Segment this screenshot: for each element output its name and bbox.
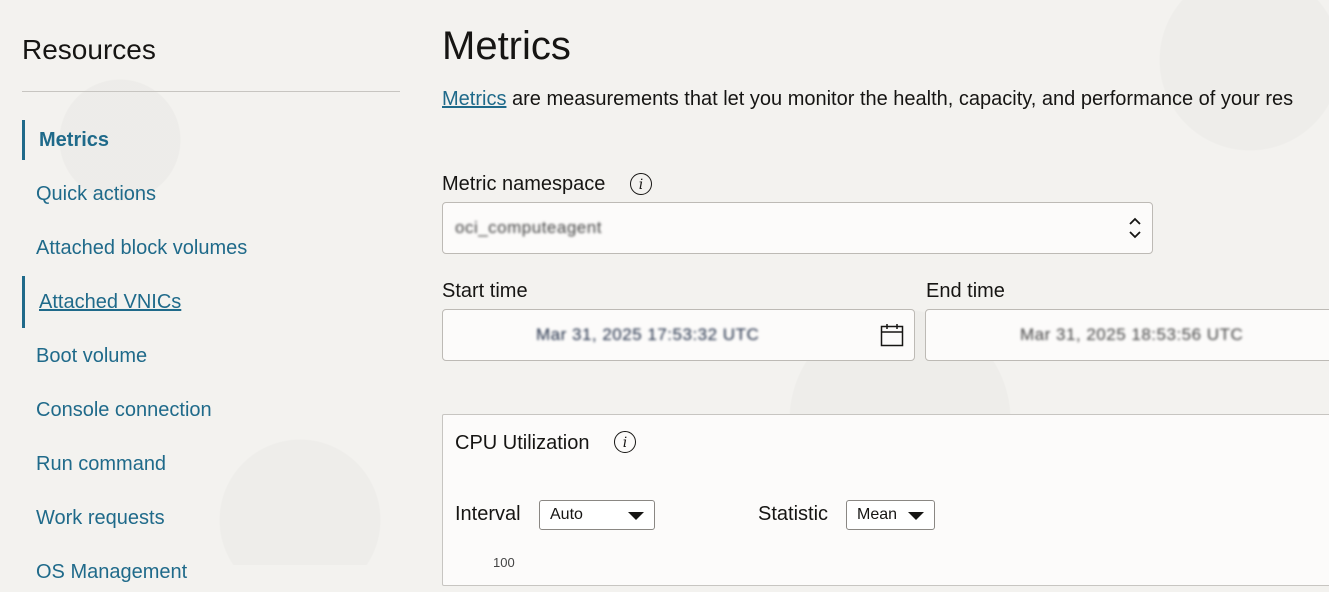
start-time-value: Mar 31, 2025 17:53:32 UTC	[536, 325, 760, 344]
interval-select[interactable]: Auto	[539, 500, 655, 530]
start-time-label: Start time	[442, 280, 528, 302]
sidebar-item-run-command[interactable]: Run command	[22, 444, 392, 484]
metric-namespace-select[interactable]: oci_computeagent	[442, 202, 1153, 254]
statistic-value: Mean	[857, 506, 898, 523]
chevron-updown-icon	[1129, 217, 1141, 239]
statistic-select[interactable]: Mean	[846, 500, 935, 530]
sidebar-title: Resources	[22, 34, 156, 65]
sidebar-item-label: Quick actions	[36, 183, 157, 205]
info-icon[interactable]: i	[614, 431, 636, 453]
dropdown-triangle-icon	[908, 512, 924, 520]
end-time-value: Mar 31, 2025 18:53:56 UTC	[1020, 325, 1244, 344]
sidebar-item-quick-actions[interactable]: Quick actions	[22, 174, 392, 214]
interval-value: Auto	[550, 506, 583, 523]
chart-title: CPU Utilization	[455, 432, 590, 454]
sidebar-item-work-requests[interactable]: Work requests	[22, 498, 392, 538]
page-description-text: are measurements that let you monitor th…	[506, 88, 1294, 110]
sidebar-item-label: Run command	[36, 453, 167, 475]
start-time-input[interactable]: Mar 31, 2025 17:53:32 UTC	[442, 309, 915, 361]
sidebar-item-console-connection[interactable]: Console connection	[22, 390, 392, 430]
cpu-utilization-panel: CPU Utilization i Interval Auto Statisti…	[442, 414, 1329, 586]
metrics-doc-link[interactable]: Metrics	[442, 88, 506, 110]
statistic-label: Statistic	[758, 503, 829, 525]
sidebar-item-label: Boot volume	[36, 345, 148, 367]
dropdown-triangle-icon	[628, 512, 644, 520]
sidebar-item-os-management[interactable]: OS Management	[22, 552, 392, 592]
sidebar-item-label: Console connection	[36, 399, 212, 421]
sidebar-item-label: Work requests	[36, 507, 165, 529]
metric-namespace-label: Metric namespace	[442, 173, 606, 195]
sidebar-item-attached-vnics[interactable]: Attached VNICs	[22, 276, 392, 328]
end-time-label: End time	[926, 280, 1005, 302]
sidebar-item-label: Metrics	[39, 129, 110, 151]
sidebar-item-label: Attached VNICs	[39, 291, 182, 313]
sidebar-divider	[22, 91, 400, 92]
interval-label: Interval	[455, 503, 521, 525]
info-icon[interactable]: i	[630, 173, 652, 195]
page-title: Metrics	[442, 24, 571, 68]
sidebar-item-metrics[interactable]: Metrics	[22, 120, 392, 160]
sidebar-item-attached-block-volumes[interactable]: Attached block volumes	[22, 228, 392, 268]
y-axis-tick: 100	[493, 555, 515, 570]
metric-namespace-value: oci_computeagent	[455, 218, 602, 237]
calendar-icon[interactable]	[880, 323, 904, 347]
sidebar-item-label: OS Management	[36, 561, 188, 583]
sidebar-item-boot-volume[interactable]: Boot volume	[22, 336, 392, 376]
sidebar-item-label: Attached block volumes	[36, 237, 248, 259]
page-description: Metrics are measurements that let you mo…	[442, 86, 1293, 112]
end-time-input[interactable]: Mar 31, 2025 18:53:56 UTC	[925, 309, 1329, 361]
